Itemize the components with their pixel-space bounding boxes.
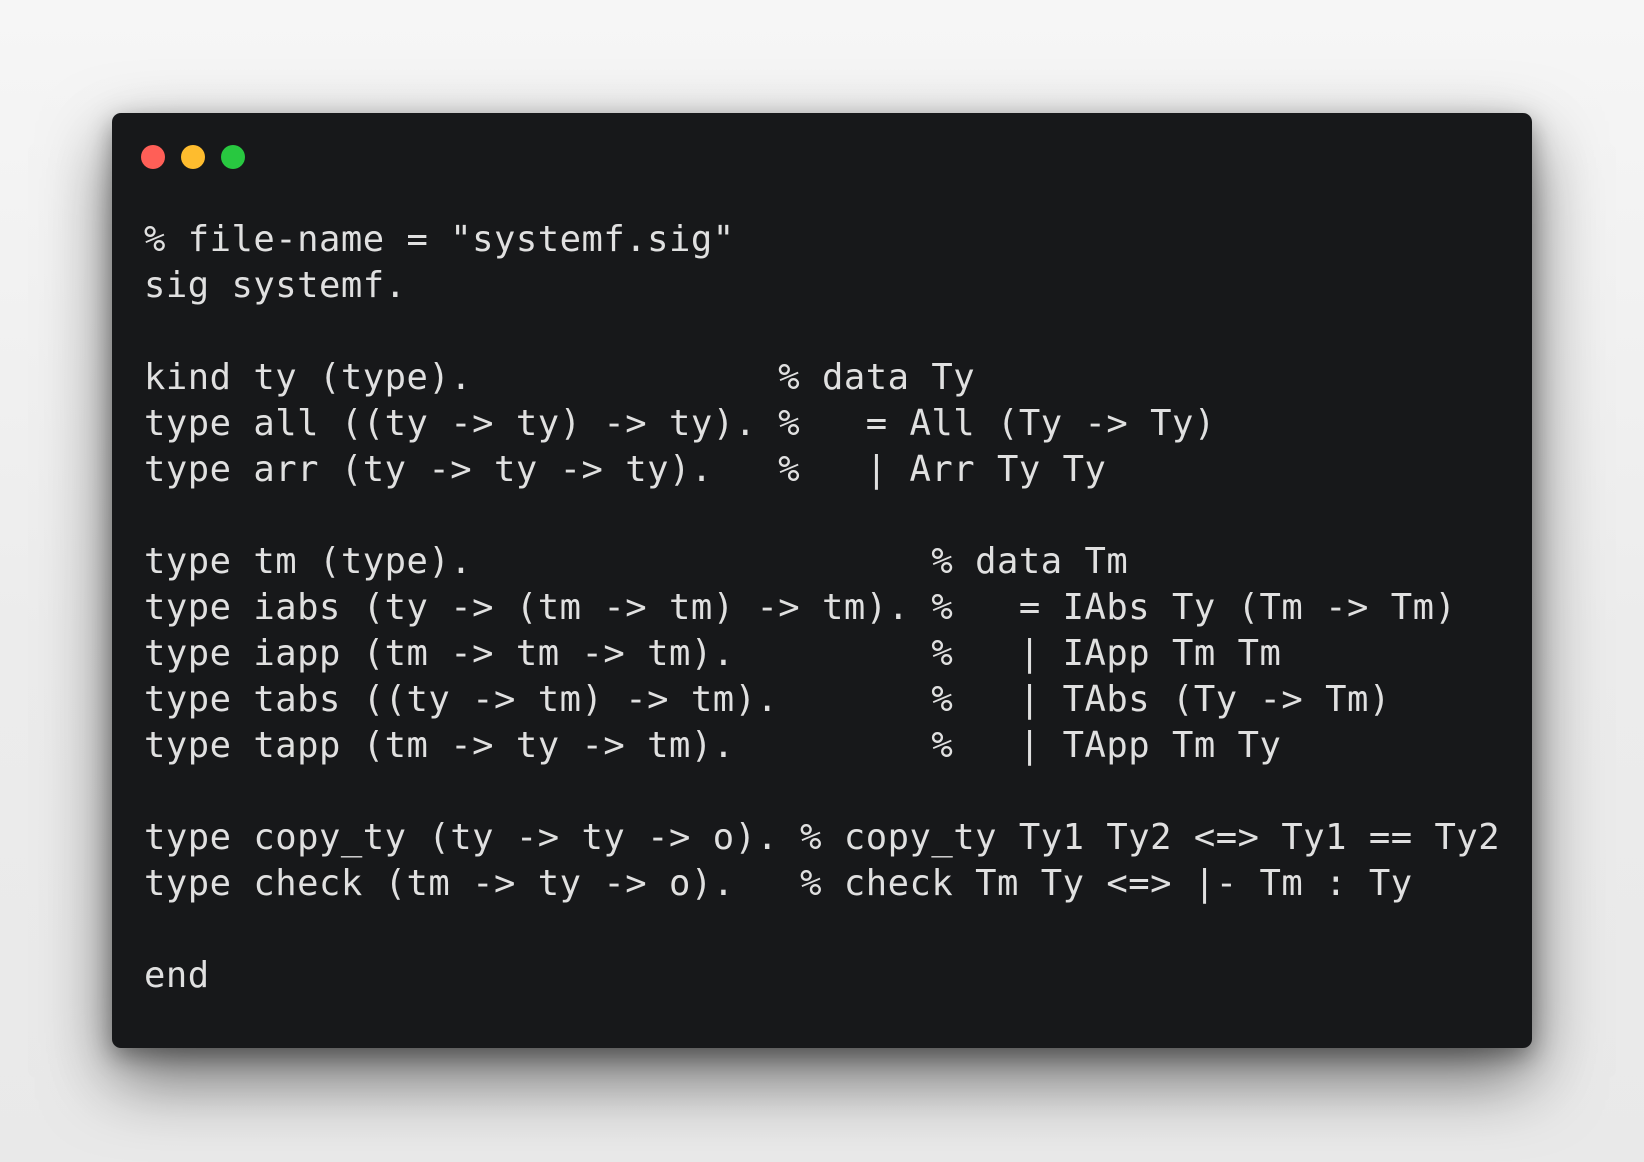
code-line: type copy_ty (ty -> ty -> o). % copy_ty … xyxy=(144,817,1501,858)
code-line: type tabs ((ty -> tm) -> tm). % | TAbs (… xyxy=(144,679,1391,720)
maximize-button[interactable] xyxy=(221,145,245,169)
code-line: % file-name = "systemf.sig" xyxy=(144,219,735,260)
code-line: sig systemf. xyxy=(144,265,407,306)
code-line: kind ty (type). % data Ty xyxy=(144,357,976,398)
code-line: type tapp (tm -> ty -> tm). % | TApp Tm … xyxy=(144,725,1282,766)
code-window: % file-name = "systemf.sig" sig systemf. k… xyxy=(112,113,1532,1048)
code-line: type all ((ty -> ty) -> ty). % = All (Ty… xyxy=(144,403,1216,444)
code-line: type check (tm -> ty -> o). % check Tm T… xyxy=(144,863,1413,904)
code-line: type tm (type). % data Tm xyxy=(144,541,1129,582)
code-line: end xyxy=(144,955,210,996)
minimize-button[interactable] xyxy=(181,145,205,169)
code-line: type arr (ty -> ty -> ty). % | Arr Ty Ty xyxy=(144,449,1107,490)
close-button[interactable] xyxy=(141,145,165,169)
code-line: type iabs (ty -> (tm -> tm) -> tm). % = … xyxy=(144,587,1457,628)
code-line: type iapp (tm -> tm -> tm). % | IApp Tm … xyxy=(144,633,1282,674)
window-titlebar xyxy=(141,145,245,169)
code-block: % file-name = "systemf.sig" sig systemf. k… xyxy=(144,217,1500,999)
